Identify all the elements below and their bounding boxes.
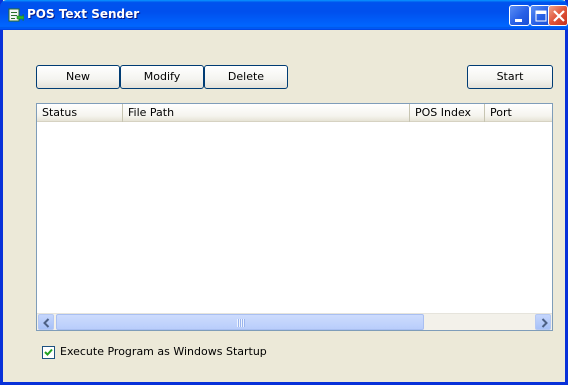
- checkmark-icon: [44, 348, 53, 356]
- startup-checkbox[interactable]: [42, 346, 55, 359]
- delete-button[interactable]: Delete: [204, 65, 288, 89]
- scroll-right-button[interactable]: [535, 314, 551, 330]
- column-header-file-path[interactable]: File Path: [123, 104, 410, 122]
- close-button[interactable]: [548, 5, 568, 26]
- window-title: POS Text Sender: [27, 7, 140, 21]
- scrollbar-grip: [237, 319, 245, 327]
- chevron-right-icon: [541, 318, 548, 328]
- column-header-pos-index[interactable]: POS Index: [410, 104, 485, 122]
- title-bar[interactable]: POS Text Sender: [0, 0, 568, 30]
- new-button[interactable]: New: [36, 65, 120, 89]
- sender-list[interactable]: Status File Path POS Index Port: [36, 103, 553, 331]
- app-icon: [8, 7, 25, 23]
- close-icon: [553, 10, 565, 22]
- column-header-port[interactable]: Port: [485, 104, 552, 122]
- start-button[interactable]: Start: [467, 65, 553, 89]
- minimize-icon: [515, 19, 522, 22]
- modify-button[interactable]: Modify: [120, 65, 204, 89]
- chevron-left-icon: [43, 318, 50, 328]
- list-header: Status File Path POS Index Port: [37, 104, 552, 122]
- main-window: POS Text Sender New Modify Delete Start …: [0, 0, 568, 385]
- startup-checkbox-label[interactable]: Execute Program as Windows Startup: [60, 345, 267, 358]
- scroll-left-button[interactable]: [38, 314, 54, 330]
- scrollbar-thumb[interactable]: [56, 314, 424, 330]
- horizontal-scrollbar[interactable]: [37, 313, 552, 330]
- minimize-button[interactable]: [509, 5, 530, 26]
- column-header-status[interactable]: Status: [37, 104, 123, 122]
